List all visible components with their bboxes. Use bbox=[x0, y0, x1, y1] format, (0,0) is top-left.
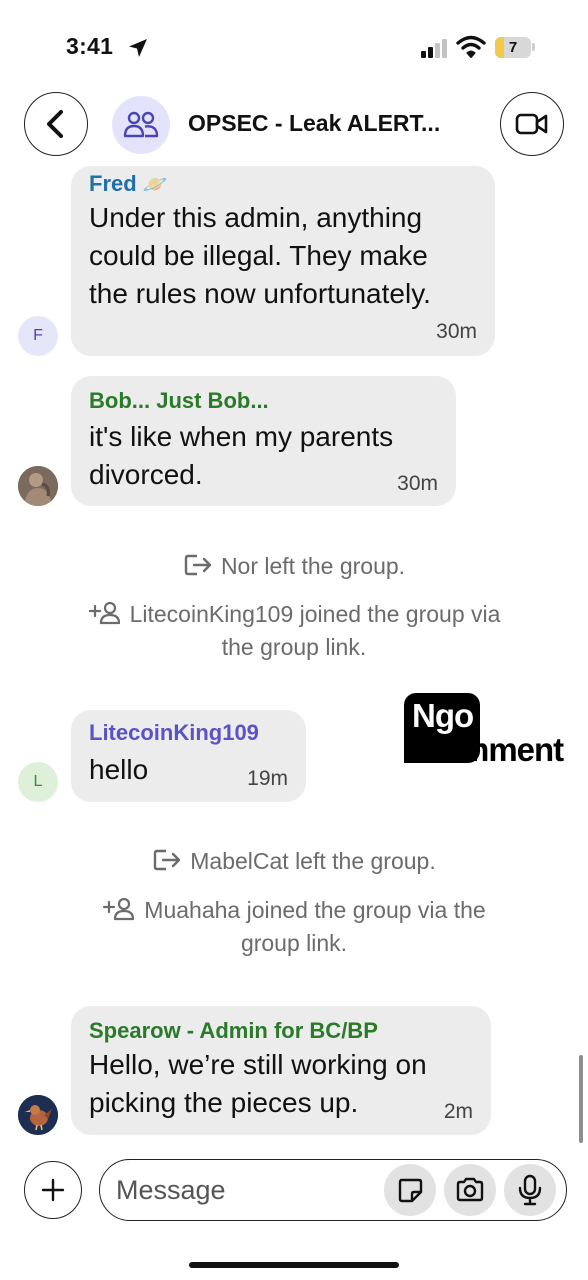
message-line: divorced. bbox=[89, 459, 203, 490]
group-avatar[interactable] bbox=[112, 96, 170, 154]
event-text: group link. bbox=[240, 930, 348, 956]
group-title[interactable]: OPSEC - Leak ALERT... bbox=[188, 110, 478, 137]
chat-header: OPSEC - Leak ALERT... bbox=[0, 90, 588, 160]
message-line: Under this admin, anything bbox=[89, 202, 423, 233]
avatar-photo[interactable] bbox=[18, 466, 58, 506]
message-bubble[interactable]: Bob... Just Bob... it's like when my par… bbox=[71, 376, 456, 506]
event-text: MabelCat left the group. bbox=[190, 848, 436, 874]
message-text: Under this admin, anything could be ille… bbox=[89, 199, 431, 313]
message-field[interactable] bbox=[99, 1159, 567, 1221]
watermark-line2: Comment bbox=[418, 731, 564, 768]
message-input[interactable] bbox=[116, 1172, 366, 1208]
microphone-icon bbox=[518, 1174, 542, 1206]
system-event: Nor left the group. bbox=[0, 550, 588, 583]
event-text: LitecoinKing109 joined the group via bbox=[129, 601, 501, 627]
planet-emoji-icon: 🪐 bbox=[142, 174, 168, 196]
video-camera-icon bbox=[515, 113, 548, 135]
leave-icon bbox=[184, 554, 212, 576]
battery-nub bbox=[532, 43, 535, 51]
avatar-initial: L bbox=[33, 773, 43, 790]
status-bar: 3:41 7 bbox=[0, 0, 588, 96]
sticker-icon bbox=[398, 1178, 423, 1203]
watermark-logo: Ngo Comment bbox=[404, 693, 574, 783]
message-text: hello bbox=[89, 751, 148, 789]
avatar-initial: F bbox=[33, 327, 43, 344]
system-event: Muahaha joined the group via the group l… bbox=[0, 894, 588, 960]
message-text: Hello, we’re still working on picking th… bbox=[89, 1046, 427, 1122]
sender-name: Spearow - Admin for BC/BP bbox=[89, 1018, 378, 1043]
cellular-signal-icon bbox=[421, 39, 447, 58]
wifi-icon bbox=[456, 35, 486, 58]
battery-level: 7 bbox=[508, 39, 518, 56]
system-event: LitecoinKing109 joined the group via the… bbox=[0, 598, 588, 664]
status-time: 3:41 bbox=[66, 33, 114, 59]
message-time: 30m bbox=[397, 472, 438, 495]
location-arrow-icon bbox=[129, 39, 147, 57]
watermark-line1: Ngo bbox=[412, 697, 474, 734]
sticker-button[interactable] bbox=[384, 1164, 436, 1216]
message-line: it's like when my parents bbox=[89, 421, 394, 452]
event-line: LitecoinKing109 joined the group via bbox=[0, 598, 588, 631]
message-text: it's like when my parents divorced. bbox=[89, 418, 393, 494]
bird-avatar-icon bbox=[18, 1095, 58, 1135]
microphone-button[interactable] bbox=[504, 1164, 556, 1216]
home-indicator[interactable] bbox=[189, 1262, 399, 1268]
event-text: the group link. bbox=[221, 634, 367, 660]
add-person-icon bbox=[88, 601, 120, 625]
plus-icon bbox=[41, 1178, 65, 1202]
message-line: the rules now unfortunately. bbox=[89, 278, 431, 309]
avatar[interactable]: L bbox=[18, 762, 58, 802]
add-person-icon bbox=[103, 897, 135, 921]
event-line: Muahaha joined the group via the bbox=[0, 894, 588, 927]
camera-button[interactable] bbox=[444, 1164, 496, 1216]
message-line: Hello, we’re still working on bbox=[89, 1049, 427, 1080]
leave-icon bbox=[154, 849, 181, 871]
message-time: 30m bbox=[436, 320, 477, 343]
avatar[interactable]: F bbox=[18, 316, 58, 356]
event-text: Muahaha joined the group via the bbox=[144, 897, 486, 923]
camera-icon bbox=[456, 1177, 484, 1202]
message-bubble[interactable]: Spearow - Admin for BC/BP Hello, we’re s… bbox=[71, 1006, 491, 1135]
attach-plus-button[interactable] bbox=[24, 1161, 82, 1219]
video-call-button[interactable] bbox=[500, 92, 564, 156]
sender-name: Fred 🪐 bbox=[89, 171, 168, 197]
event-text: Nor left the group. bbox=[220, 553, 406, 579]
sender-name: Bob... Just Bob... bbox=[89, 388, 269, 413]
system-event: MabelCat left the group. bbox=[0, 845, 588, 878]
message-line: picking the pieces up. bbox=[89, 1087, 359, 1118]
scroll-indicator[interactable] bbox=[579, 1055, 583, 1143]
battery-icon: 7 bbox=[495, 37, 531, 58]
message-time: 2m bbox=[443, 1100, 473, 1123]
sender-name: LitecoinKing109 bbox=[89, 720, 259, 745]
chevron-left-icon bbox=[47, 110, 63, 138]
group-people-icon bbox=[123, 111, 159, 138]
message-line: could be illegal. They make bbox=[89, 240, 428, 271]
message-line: hello bbox=[89, 754, 149, 785]
back-button[interactable] bbox=[24, 92, 88, 156]
sender-name-text: Fred bbox=[89, 171, 137, 196]
message-bubble[interactable]: LitecoinKing109 hello 19m bbox=[71, 710, 306, 802]
avatar-photo[interactable] bbox=[18, 1095, 58, 1135]
person-photo-icon bbox=[18, 466, 58, 506]
chat-screen: 3:41 7 OPSEC - Leak ALERT... Fred 🪐 Unde… bbox=[0, 0, 588, 1280]
message-bubble[interactable]: Fred 🪐 Under this admin, anything could … bbox=[71, 166, 495, 356]
composer-bar bbox=[0, 1155, 588, 1225]
message-time: 19m bbox=[247, 767, 288, 790]
